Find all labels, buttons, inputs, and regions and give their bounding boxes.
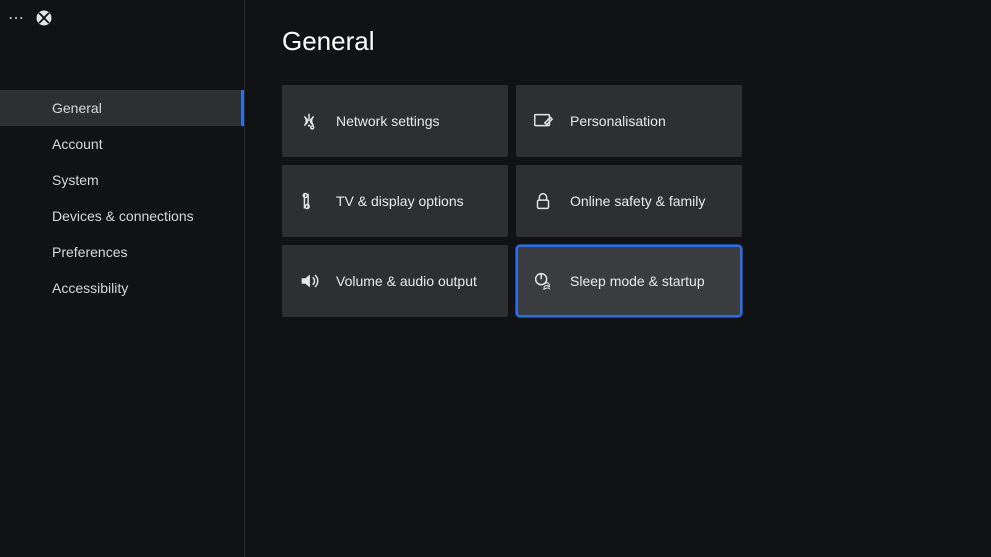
tile-online-safety[interactable]: Online safety & family	[516, 165, 742, 237]
sidebar-item-label: System	[52, 172, 99, 188]
tile-personalisation[interactable]: Personalisation	[516, 85, 742, 157]
sidebar-item-preferences[interactable]: Preferences	[0, 234, 244, 270]
sidebar-item-accessibility[interactable]: Accessibility	[0, 270, 244, 306]
tile-label: Personalisation	[570, 113, 666, 129]
sidebar-item-label: Accessibility	[52, 280, 128, 296]
wifi-icon	[298, 110, 320, 132]
tile-sleep-startup[interactable]: Sleep mode & startup	[516, 245, 742, 317]
personalise-icon	[532, 110, 554, 132]
settings-sidebar: General Account System Devices & connect…	[0, 90, 244, 306]
tile-label: Sleep mode & startup	[570, 273, 705, 289]
tile-tv-display[interactable]: TV & display options	[282, 165, 508, 237]
ellipsis-icon[interactable]: ⋯	[8, 8, 25, 28]
xbox-logo-icon[interactable]	[35, 9, 53, 27]
tile-label: Online safety & family	[570, 193, 705, 209]
power-icon	[532, 270, 554, 292]
tile-label: TV & display options	[336, 193, 464, 209]
speaker-icon	[298, 270, 320, 292]
tv-icon	[298, 190, 320, 212]
tile-label: Network settings	[336, 113, 439, 129]
tile-volume-audio[interactable]: Volume & audio output	[282, 245, 508, 317]
tile-grid: Network settings Personalisation TV & di…	[282, 85, 991, 317]
sidebar-item-label: Account	[52, 136, 103, 152]
tile-network-settings[interactable]: Network settings	[282, 85, 508, 157]
sidebar-item-label: Preferences	[52, 244, 127, 260]
lock-icon	[532, 190, 554, 212]
sidebar-item-devices[interactable]: Devices & connections	[0, 198, 244, 234]
sidebar-item-system[interactable]: System	[0, 162, 244, 198]
sidebar-item-general[interactable]: General	[0, 90, 244, 126]
sidebar-item-account[interactable]: Account	[0, 126, 244, 162]
sidebar-item-label: Devices & connections	[52, 208, 194, 224]
tile-label: Volume & audio output	[336, 273, 477, 289]
settings-content: General Network settings Personalisation…	[282, 26, 991, 317]
sidebar-item-label: General	[52, 100, 102, 116]
page-title: General	[282, 26, 991, 57]
top-bar: ⋯	[8, 8, 53, 28]
sidebar-divider	[244, 0, 245, 557]
